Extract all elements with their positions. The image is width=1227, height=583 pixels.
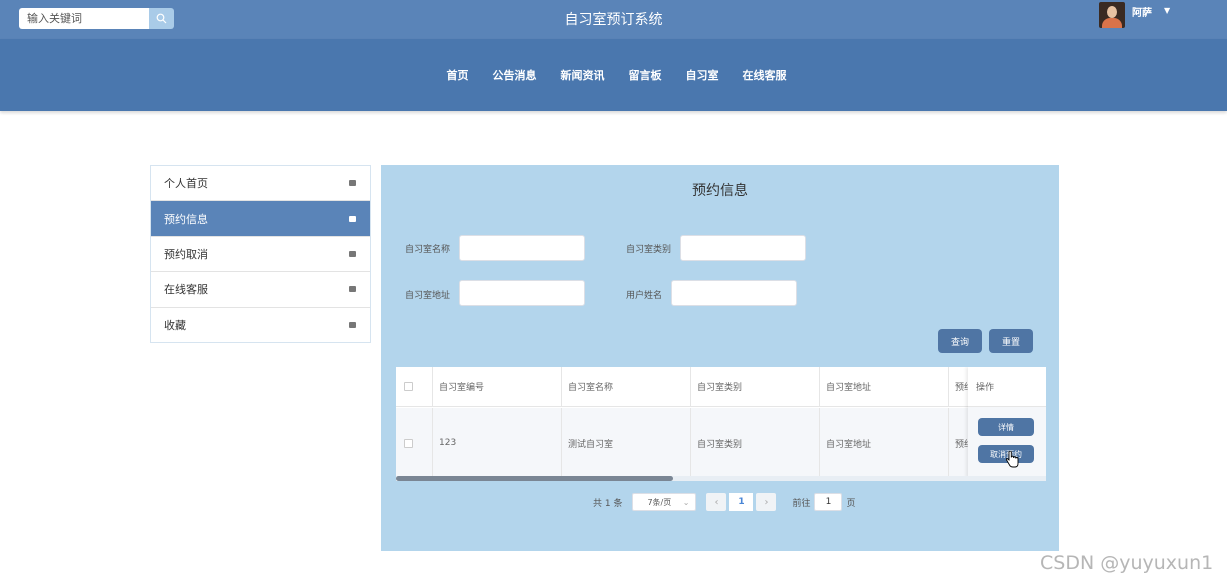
sidebar-item-label: 在线客服: [164, 283, 208, 297]
sidebar-item-label: 收藏: [164, 319, 186, 333]
col-room-addr: 自习室地址: [820, 367, 949, 406]
main-nav: 首页 公告消息 新闻资讯 留言板 自习室 在线客服: [0, 39, 1227, 111]
room-type-field[interactable]: [680, 235, 806, 261]
nav-item-news[interactable]: 新闻资讯: [561, 67, 605, 83]
sidebar-item-favorites[interactable]: 收藏: [151, 308, 370, 343]
sidebar-item-cancel[interactable]: 预约取消: [151, 237, 370, 273]
table-header: 自习室编号 自习室名称 自习室类别 自习室地址 预约: [396, 367, 1046, 407]
sidebar-item-label: 预约信息: [164, 212, 208, 226]
username-field[interactable]: [671, 280, 797, 306]
chevron-down-icon: ⌄: [682, 497, 690, 507]
col-actions: 操作: [968, 367, 1046, 407]
avatar[interactable]: [1099, 2, 1125, 28]
room-name-field[interactable]: [459, 235, 585, 261]
pagination-total: 共 1 条: [593, 498, 623, 509]
col-room-id: 自习室编号: [433, 367, 562, 406]
search-submit-button[interactable]: 查询: [938, 329, 982, 353]
room-addr-field[interactable]: [459, 280, 585, 306]
username-label: 用户姓名: [626, 291, 663, 301]
detail-button[interactable]: 详情: [978, 418, 1034, 436]
page-title: 预约信息: [692, 183, 748, 199]
watermark: CSDN @yuyuxun1: [1040, 552, 1214, 574]
sidebar-item-reservations[interactable]: 预约信息: [151, 201, 370, 237]
scrollbar-thumb[interactable]: [396, 476, 673, 481]
col-room-name: 自习室名称: [562, 367, 691, 406]
sidebar-item-label: 预约取消: [164, 247, 208, 261]
nav-item-messageboard[interactable]: 留言板: [629, 67, 662, 83]
cell-room-id: 123: [433, 408, 562, 478]
goto-label: 前往: [792, 498, 811, 509]
select-all-checkbox[interactable]: [404, 382, 413, 391]
nav-item-notice[interactable]: 公告消息: [493, 67, 537, 83]
page-number[interactable]: 1: [729, 493, 754, 511]
sidebar-item-profile[interactable]: 个人首页: [151, 166, 370, 202]
username[interactable]: 阿萨: [1132, 4, 1152, 19]
home-icon: [349, 180, 356, 187]
page-size-select[interactable]: 7条/页 ⌄: [632, 493, 697, 511]
room-type-label: 自习室类别: [626, 245, 672, 255]
home-icon: [349, 250, 356, 257]
room-name-label: 自习室名称: [405, 245, 451, 255]
cell-room-type: 自习室类别: [691, 408, 820, 478]
next-page-button[interactable]: ›: [756, 493, 777, 511]
home-icon: [349, 286, 356, 293]
nav-item-service[interactable]: 在线客服: [743, 67, 787, 83]
goto-page-input[interactable]: 1: [814, 493, 843, 511]
sidebar: 个人首页 预约信息 预约取消 在线客服 收藏: [150, 165, 371, 343]
hand-cursor-icon: [1005, 451, 1019, 468]
user-menu[interactable]: 阿萨 ▼: [1099, 2, 1170, 28]
cell-room-name: 测试自习室: [562, 408, 691, 478]
col-room-type: 自习室类别: [691, 367, 820, 406]
main-panel: 预约信息 自习室名称 自习室类别 自习室地址 用户姓名 查询 重置 自习室编号 …: [381, 165, 1059, 551]
caret-down-icon[interactable]: ▼: [1164, 6, 1170, 15]
nav-item-home[interactable]: 首页: [447, 67, 469, 83]
cell-room-addr: 自习室地址: [820, 408, 949, 478]
page-unit-label: 页: [846, 498, 856, 509]
reservation-table: 自习室编号 自习室名称 自习室类别 自习室地址 预约 123 测试自习室 自习室…: [396, 367, 1046, 478]
horizontal-scrollbar[interactable]: [396, 476, 1046, 481]
home-icon: [349, 215, 356, 222]
top-header: 自习室预订系统 阿萨 ▼: [0, 0, 1227, 39]
sidebar-item-label: 个人首页: [164, 177, 208, 191]
reset-button[interactable]: 重置: [989, 329, 1033, 353]
pagination: 共 1 条 7条/页 ⌄ ‹ 1 › 前往 1 页: [593, 493, 855, 511]
nav-item-studyroom[interactable]: 自习室: [686, 67, 719, 83]
table-row: 123 测试自习室 自习室类别 自习室地址 预约: [396, 408, 1046, 478]
home-icon: [349, 322, 356, 329]
row-checkbox[interactable]: [404, 438, 413, 448]
site-title: 自习室预订系统: [564, 12, 663, 28]
room-addr-label: 自习室地址: [405, 291, 451, 301]
prev-page-button[interactable]: ‹: [706, 493, 727, 511]
sidebar-item-service[interactable]: 在线客服: [151, 272, 370, 308]
